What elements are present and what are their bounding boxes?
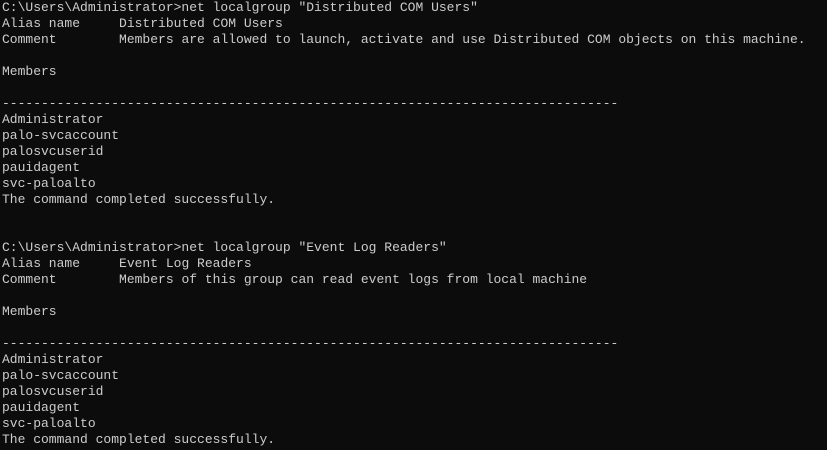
comment-value: Members of this group can read event log…: [119, 272, 588, 287]
members-heading: Members: [2, 64, 57, 79]
alias-value: Event Log Readers: [119, 256, 252, 271]
alias-row: Alias name Event Log Readers: [2, 256, 827, 272]
alias-row: Alias name Distributed COM Users: [2, 16, 827, 32]
status-message: The command completed successfully.: [2, 432, 276, 447]
alias-value: Distributed COM Users: [119, 16, 283, 31]
command-line[interactable]: C:\Users\Administrator>net localgroup "E…: [2, 240, 827, 256]
member-item: palo-svcaccount: [2, 128, 120, 143]
member-item: Administrator: [2, 112, 104, 127]
member-item: pauidagent: [2, 400, 81, 415]
member-item: svc-paloalto: [2, 176, 96, 191]
member-item: Administrator: [2, 352, 104, 367]
status-message: The command completed successfully.: [2, 192, 276, 207]
comment-label: Comment: [2, 272, 120, 287]
command-line[interactable]: C:\Users\Administrator>net localgroup "D…: [2, 0, 827, 16]
separator-line: ----------------------------------------…: [2, 336, 619, 351]
member-item: svc-paloalto: [2, 416, 96, 431]
console-window[interactable]: C:\Users\Administrator>net localgroup "D…: [0, 0, 827, 450]
member-item: pauidagent: [2, 160, 81, 175]
comment-label: Comment: [2, 32, 120, 47]
members-heading: Members: [2, 304, 57, 319]
comment-row: Comment Members are allowed to launch, a…: [2, 32, 827, 48]
member-item: palo-svcaccount: [2, 368, 120, 383]
command-output-event-log-readers: C:\Users\Administrator>net localgroup "E…: [2, 240, 827, 448]
comment-value: Members are allowed to launch, activate …: [119, 32, 806, 47]
alias-label: Alias name: [2, 256, 120, 271]
comment-row: Comment Members of this group can read e…: [2, 272, 827, 288]
separator-line: ----------------------------------------…: [2, 96, 619, 111]
member-item: palosvcuserid: [2, 144, 104, 159]
member-item: palosvcuserid: [2, 384, 104, 399]
alias-label: Alias name: [2, 16, 120, 31]
command-output-distributed-com-users: C:\Users\Administrator>net localgroup "D…: [2, 0, 827, 208]
